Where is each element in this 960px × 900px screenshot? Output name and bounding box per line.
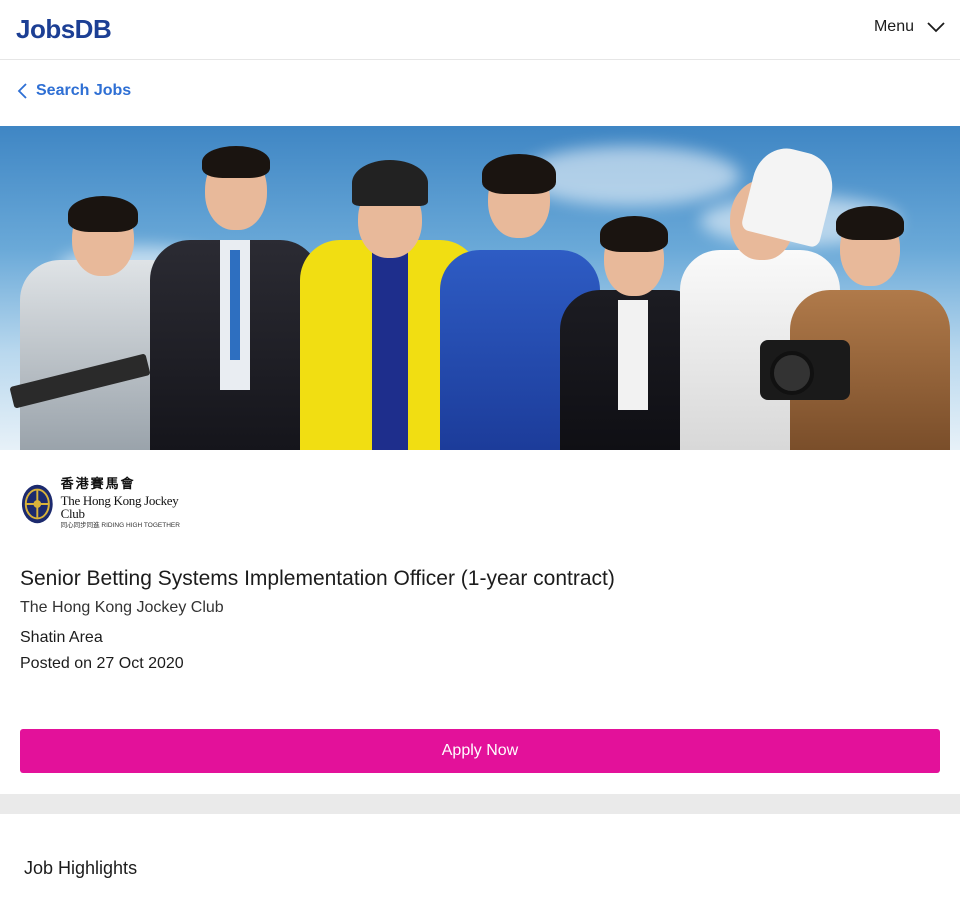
job-summary: 香港賽馬會 The Hong Kong Jockey Club 同心同步同進 R… xyxy=(0,477,960,774)
jobsdb-logo[interactable]: JobsDB xyxy=(16,14,112,45)
company-banner-image xyxy=(0,126,960,450)
job-location: Shatin Area xyxy=(20,629,103,647)
back-link-label: Search Jobs xyxy=(36,82,132,99)
logo-english-name: The Hong Kong Jockey Club xyxy=(60,493,179,522)
chevron-down-icon xyxy=(927,22,945,33)
breadcrumb: Search Jobs xyxy=(0,60,960,126)
logo-tagline: 同心同步同進 RIDING HIGH TOGETHER xyxy=(60,522,180,530)
job-highlights-heading: Job Highlights xyxy=(24,858,138,879)
apply-now-button[interactable]: Apply Now xyxy=(20,729,940,774)
company-logo: 香港賽馬會 The Hong Kong Jockey Club 同心同步同進 R… xyxy=(20,477,200,530)
company-name[interactable]: The Hong Kong Jockey Club xyxy=(20,599,940,617)
top-navigation-bar: JobsDB Menu xyxy=(0,0,960,60)
menu-button[interactable]: Menu xyxy=(874,18,946,36)
section-divider xyxy=(0,794,960,815)
job-title: Senior Betting Systems Implementation Of… xyxy=(20,567,615,590)
chevron-left-icon xyxy=(17,83,27,99)
posted-date: Posted on 27 Oct 2020 xyxy=(20,655,184,673)
menu-label: Menu xyxy=(873,18,914,35)
jockey-club-crest-icon xyxy=(21,484,53,524)
logo-chinese-name: 香港賽馬會 xyxy=(60,477,136,493)
back-to-search-link[interactable]: Search Jobs xyxy=(16,82,131,100)
